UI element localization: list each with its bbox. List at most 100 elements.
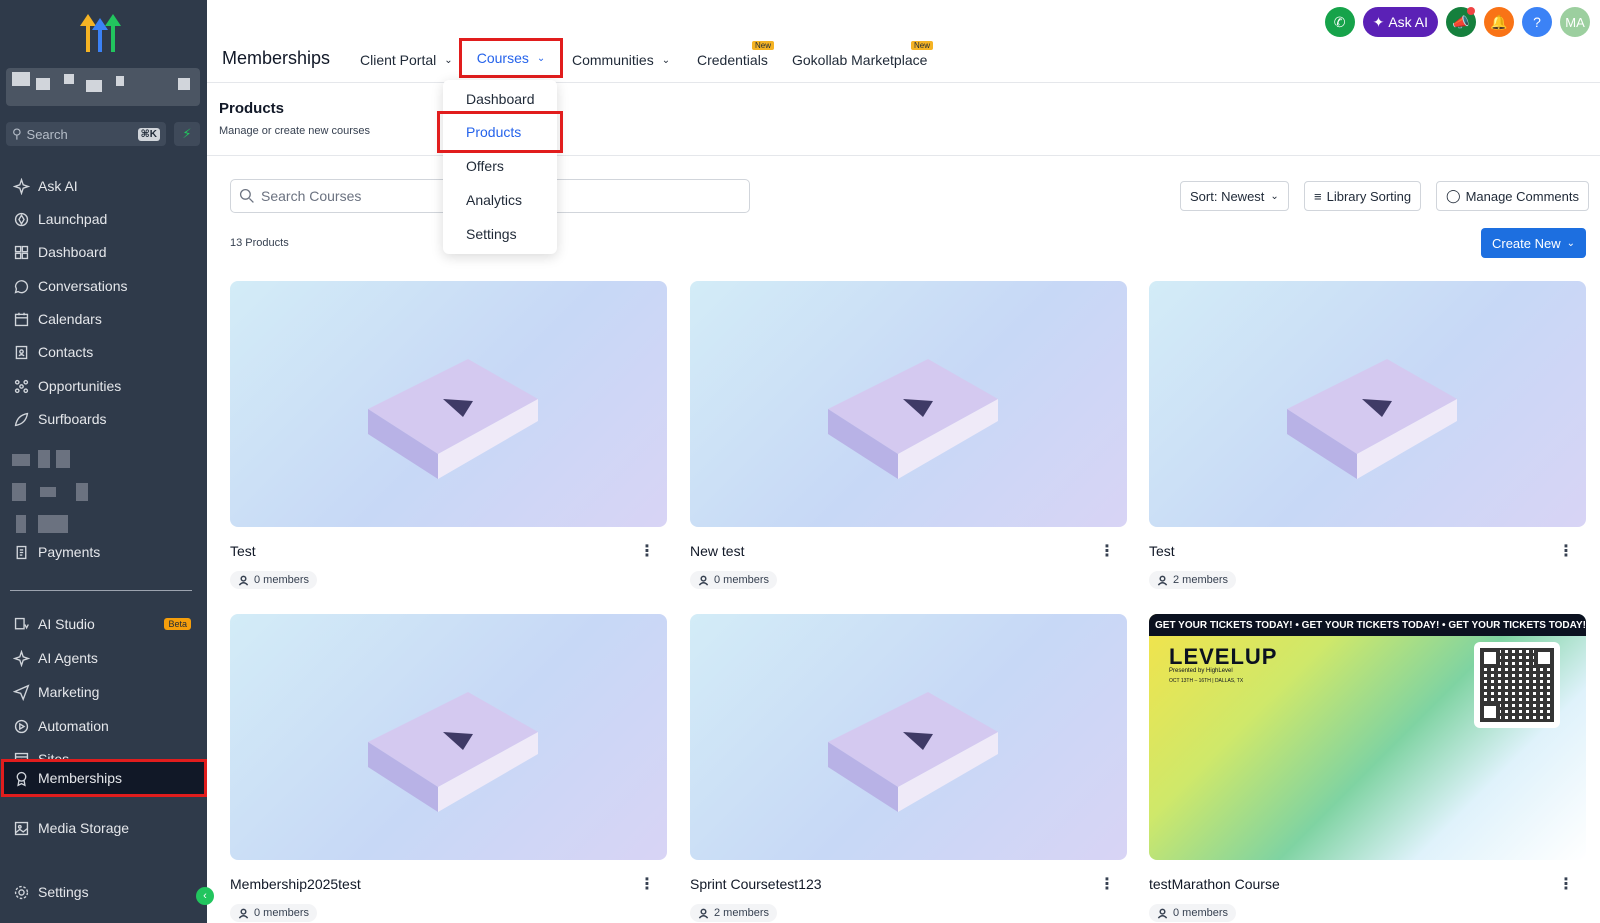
pipeline-icon — [12, 377, 30, 395]
contacts-icon — [12, 343, 30, 361]
sidebar-item-label: Conversations — [38, 278, 128, 294]
book-icon — [368, 359, 538, 479]
user-icon — [698, 575, 709, 586]
phone-button[interactable]: ✆ — [1324, 7, 1355, 37]
menu-item-products[interactable]: Products — [437, 111, 563, 153]
sort-dropdown[interactable]: Sort: Newest ⌄ — [1180, 181, 1289, 211]
product-card[interactable]: Sprint Coursetest123 ⋮ 2 members — [690, 614, 1127, 923]
surfboard-icon — [12, 410, 30, 428]
announcements-button[interactable]: 📣 — [1446, 7, 1476, 37]
members-badge: 0 members — [230, 904, 318, 922]
tab-client-portal[interactable]: Client Portal ⌄ — [360, 52, 453, 68]
library-sorting-button[interactable]: ≡ Library Sorting — [1304, 181, 1422, 211]
sidebar-item-ai-agents[interactable]: AI Agents — [0, 643, 207, 673]
sidebar-item-dashboard[interactable]: Dashboard — [0, 237, 207, 267]
more-options-icon[interactable]: ⋮ — [1099, 874, 1115, 894]
sidebar-item-ask-ai[interactable]: Ask AI — [0, 171, 207, 201]
course-thumbnail[interactable]: GET YOUR TICKETS TODAY! • GET YOUR TICKE… — [1149, 614, 1586, 860]
members-count: 2 members — [714, 907, 770, 919]
manage-comments-button[interactable]: ◯ Manage Comments — [1436, 181, 1590, 211]
receipt-icon — [12, 543, 30, 561]
product-title[interactable]: Sprint Coursetest123 — [690, 876, 822, 892]
sidebar-item-label: AI Studio — [38, 616, 95, 632]
product-card[interactable]: Membership2025test ⋮ 0 members — [230, 614, 667, 923]
product-title[interactable]: Membership2025test — [230, 876, 361, 892]
sidebar-item-ai-studio[interactable]: AI Studio Beta — [0, 609, 207, 639]
ask-ai-label: Ask AI — [1388, 14, 1428, 30]
chat-icon — [12, 277, 30, 295]
product-count: 13 Products — [230, 237, 289, 249]
menu-item-analytics[interactable]: Analytics — [443, 184, 557, 216]
sidebar-item-opportunities[interactable]: Opportunities — [0, 371, 207, 401]
product-title[interactable]: testMarathon Course — [1149, 876, 1280, 892]
sidebar-item-conversations[interactable]: Conversations — [0, 271, 207, 301]
members-badge: 0 members — [230, 571, 318, 589]
sidebar-item-payments[interactable]: Payments — [0, 537, 207, 567]
more-options-icon[interactable]: ⋮ — [1099, 541, 1115, 561]
collapse-sidebar-button[interactable]: ‹ — [196, 887, 214, 905]
account-switcher[interactable] — [6, 68, 200, 106]
more-options-icon[interactable]: ⋮ — [639, 541, 655, 561]
sidebar-item-launchpad[interactable]: Launchpad — [0, 204, 207, 234]
tab-courses[interactable]: Courses ⌄ — [459, 38, 563, 78]
product-card[interactable]: Test ⋮ 0 members — [230, 281, 667, 591]
avatar[interactable]: MA — [1560, 7, 1590, 37]
more-options-icon[interactable]: ⋮ — [1558, 541, 1574, 561]
help-button[interactable]: ? — [1522, 7, 1552, 37]
sidebar-item-automation[interactable]: Automation — [0, 711, 207, 741]
chevron-down-icon: ⌄ — [536, 52, 546, 64]
sidebar-item-label: Surfboards — [38, 411, 107, 427]
sidebar-item-marketing[interactable]: Marketing — [0, 677, 207, 707]
product-title[interactable]: Test — [1149, 543, 1175, 559]
ask-ai-button[interactable]: ✦ Ask AI — [1362, 7, 1438, 37]
tab-communities[interactable]: Communities ⌄ — [572, 52, 670, 68]
sidebar-search-placeholder: Search — [26, 126, 68, 142]
sidebar-item-media-storage[interactable]: Media Storage — [0, 813, 207, 843]
course-thumbnail[interactable] — [690, 614, 1127, 860]
members-count: 2 members — [1173, 574, 1229, 586]
sidebar-item-memberships[interactable]: Memberships — [1, 759, 207, 797]
course-thumbnail[interactable] — [690, 281, 1127, 527]
sparkle-icon — [12, 615, 30, 633]
redacted-nav-item — [12, 450, 72, 468]
header-actions: ✆ ✦ Ask AI 📣 🔔 ? MA — [1324, 7, 1590, 37]
tab-credentials[interactable]: Credentials — [697, 52, 768, 68]
comment-icon: ◯ — [1446, 188, 1461, 203]
sidebar-item-label: Opportunities — [38, 378, 122, 394]
product-card[interactable]: New test ⋮ 0 members — [690, 281, 1127, 591]
product-title[interactable]: New test — [690, 543, 744, 559]
tab-gokollab-marketplace[interactable]: Gokollab Marketplace — [792, 52, 927, 68]
members-badge: 0 members — [690, 571, 778, 589]
app-section-title: Memberships — [222, 48, 331, 68]
promo-presented: Presented by HighLevel — [1169, 668, 1233, 674]
quick-action-button[interactable]: ⚡ — [174, 122, 200, 146]
more-options-icon[interactable]: ⋮ — [1558, 874, 1574, 894]
sidebar-item-contacts[interactable]: Contacts — [0, 337, 207, 367]
sidebar-item-label: Launchpad — [38, 211, 108, 227]
members-badge: 0 members — [1149, 904, 1237, 922]
course-thumbnail[interactable] — [1149, 281, 1586, 527]
create-new-label: Create New — [1491, 235, 1561, 251]
list-icon: ≡ — [1314, 188, 1322, 204]
sidebar-item-calendars[interactable]: Calendars — [0, 304, 207, 334]
notifications-button[interactable]: 🔔 — [1484, 7, 1514, 37]
chevron-down-icon: ⌄ — [1566, 237, 1576, 249]
product-card[interactable]: Test ⋮ 2 members — [1149, 281, 1586, 591]
sidebar-item-settings[interactable]: Settings — [0, 877, 207, 907]
course-thumbnail[interactable] — [230, 614, 667, 860]
members-badge: 2 members — [690, 904, 778, 922]
course-thumbnail[interactable] — [230, 281, 667, 527]
app-logo[interactable] — [78, 10, 128, 52]
menu-item-dashboard[interactable]: Dashboard — [443, 83, 557, 115]
menu-item-offers[interactable]: Offers — [443, 150, 557, 182]
create-new-button[interactable]: Create New ⌄ — [1481, 228, 1586, 258]
megaphone-icon: 📣 — [1452, 13, 1470, 30]
award-icon — [12, 769, 30, 787]
sidebar-search[interactable]: ⚲ Search ⌘K — [6, 122, 166, 146]
sidebar-item-surfboards[interactable]: Surfboards — [0, 404, 207, 434]
members-count: 0 members — [1173, 907, 1229, 919]
product-title[interactable]: Test — [230, 543, 256, 559]
menu-item-settings[interactable]: Settings — [443, 218, 557, 250]
more-options-icon[interactable]: ⋮ — [639, 874, 655, 894]
product-card[interactable]: GET YOUR TICKETS TODAY! • GET YOUR TICKE… — [1149, 614, 1586, 923]
